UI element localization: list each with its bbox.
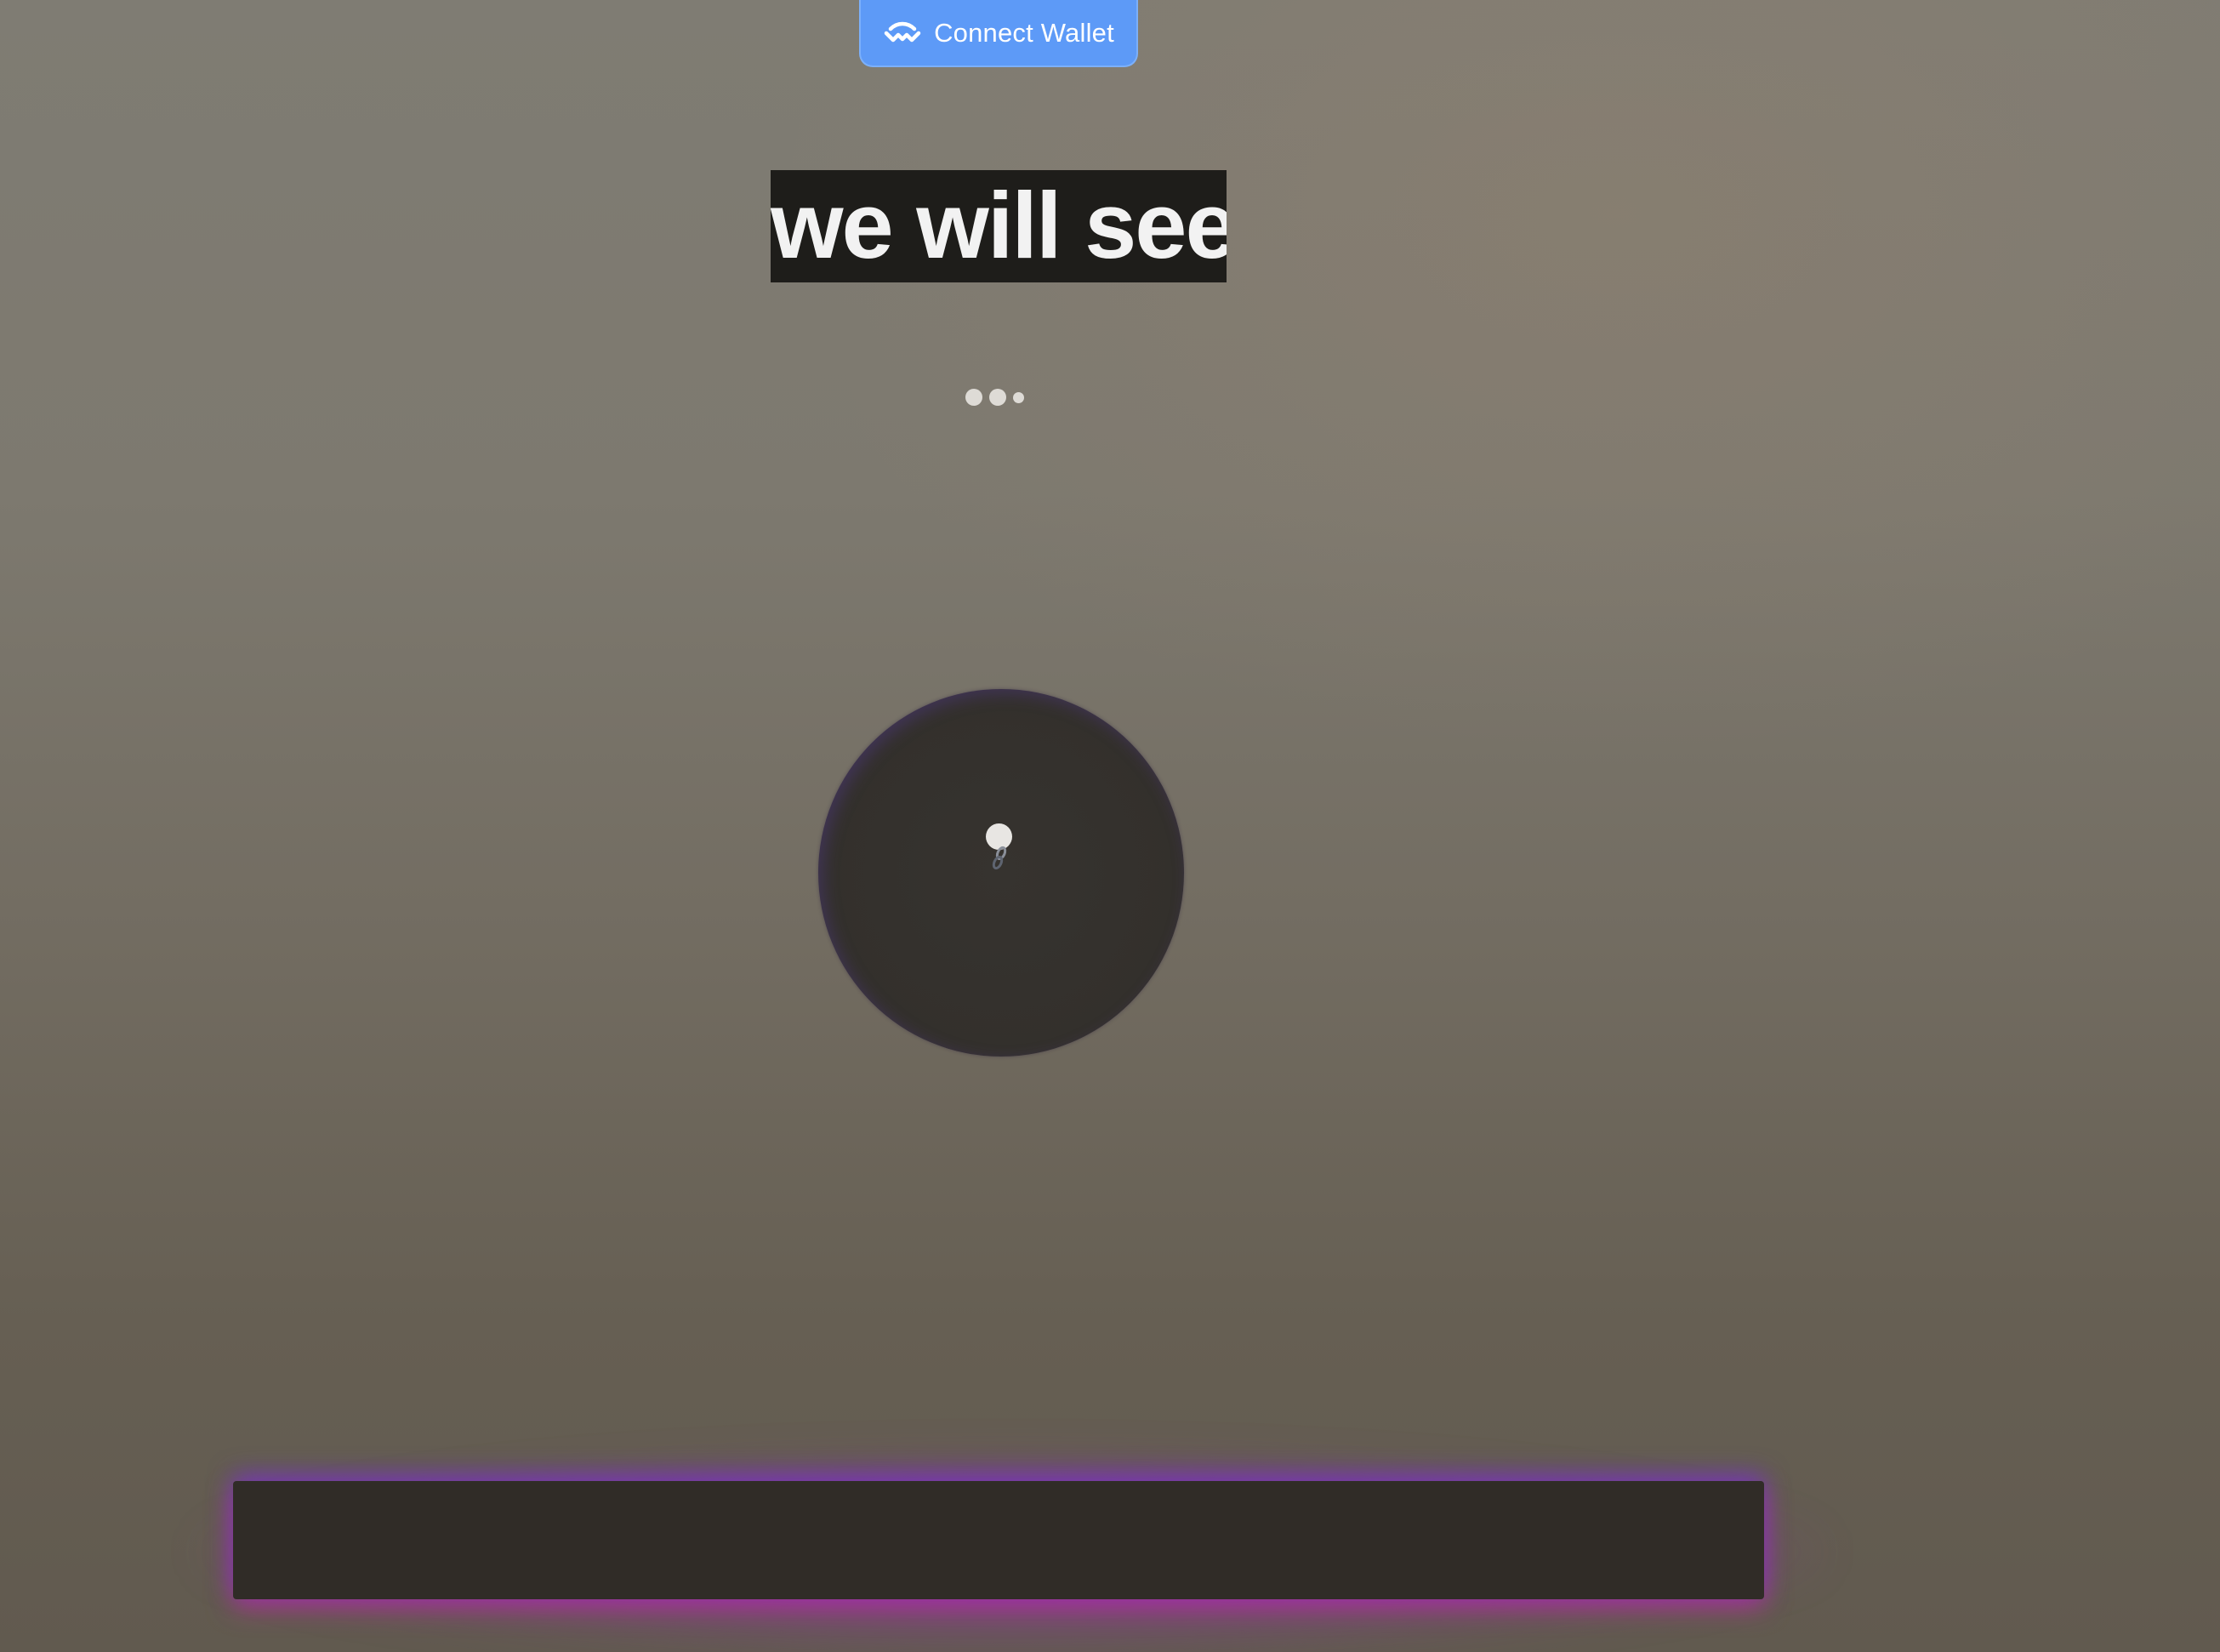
link-icon [992,846,1007,870]
headline: we will see [771,170,1227,282]
record-orb[interactable] [818,689,1184,1057]
walletconnect-icon [884,21,921,42]
connect-wallet-label: Connect Wallet [934,17,1114,48]
loading-dot [989,389,1006,406]
ellipsis-loading-icon [965,387,1024,407]
connect-wallet-button[interactable]: Connect Wallet [859,0,1138,67]
loading-dot [1013,391,1024,403]
loading-dot [965,389,982,406]
input-bar[interactable] [233,1481,1764,1599]
message-input[interactable] [233,1481,1764,1599]
